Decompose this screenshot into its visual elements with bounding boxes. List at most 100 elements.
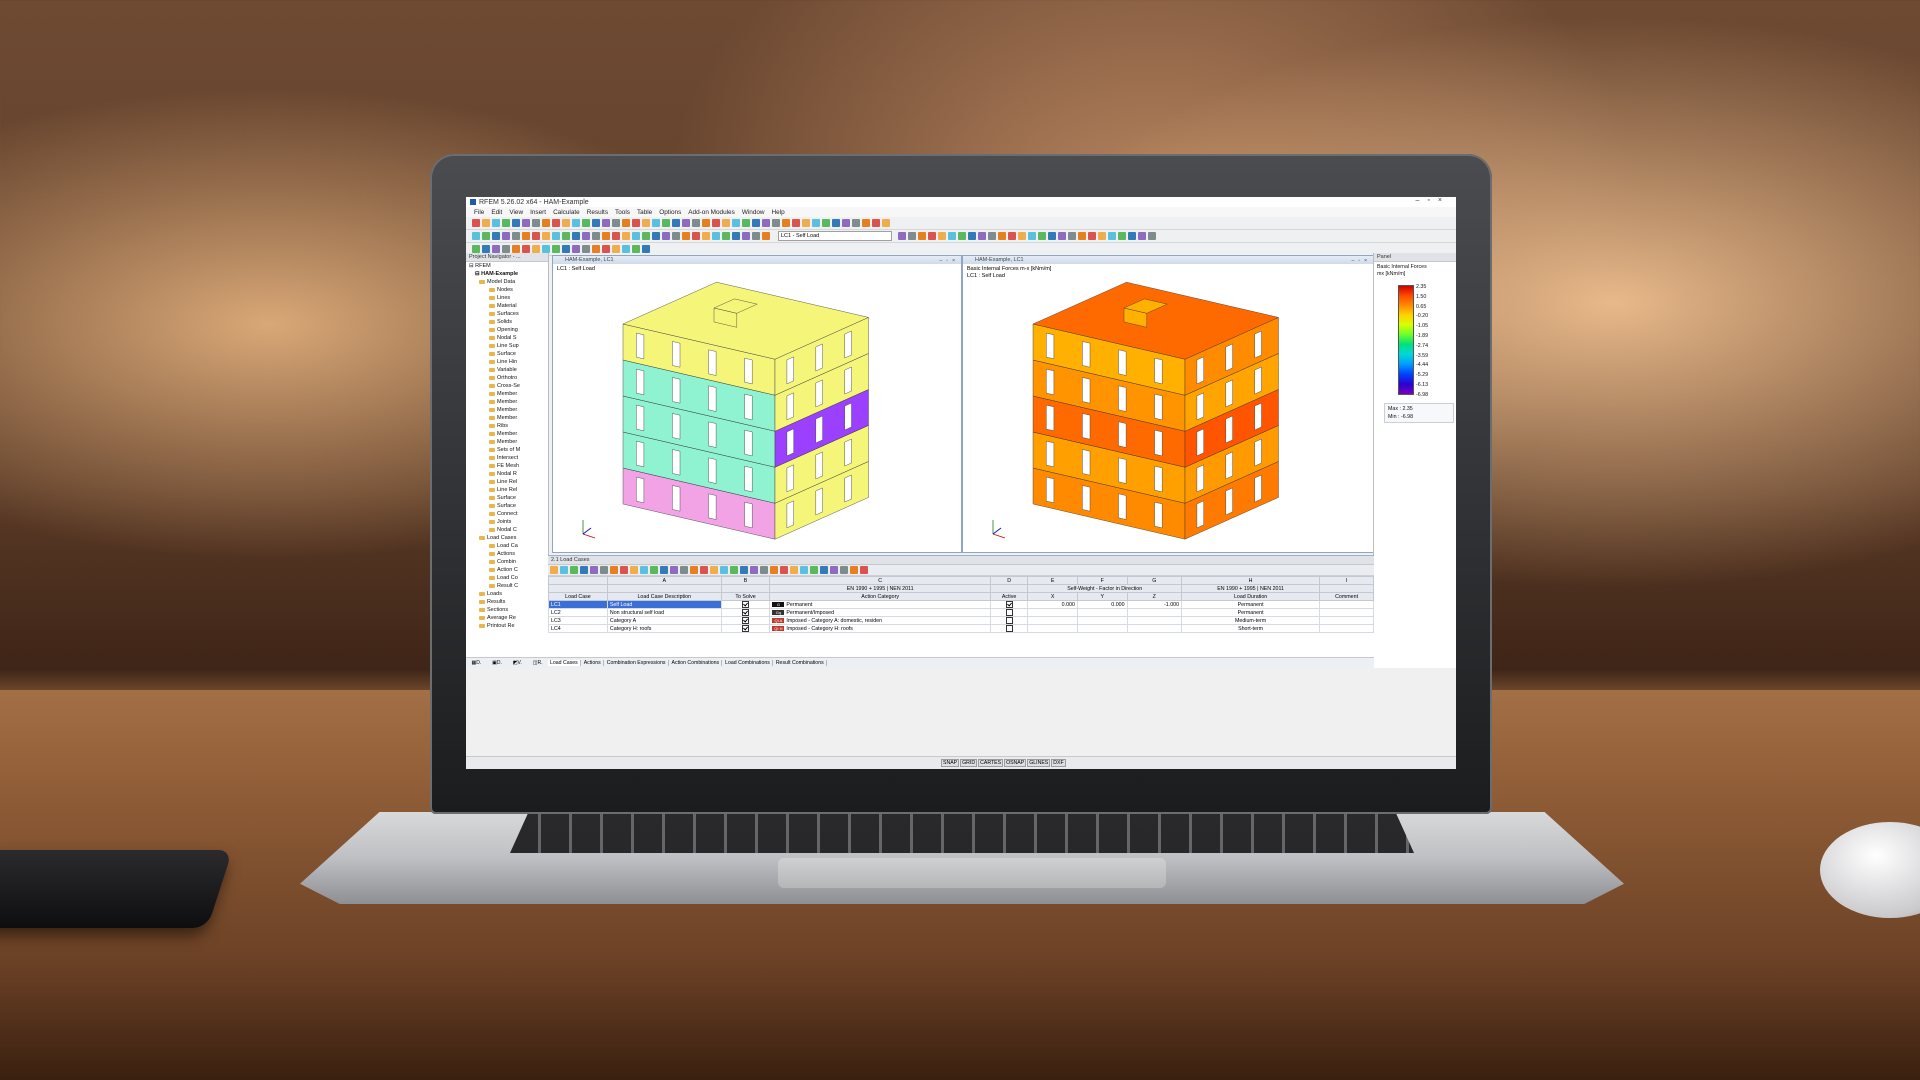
toolbar-icon[interactable] (988, 232, 996, 240)
toolbar-icon[interactable] (752, 219, 760, 227)
toolbar-icon[interactable] (948, 232, 956, 240)
toolbar-icon[interactable] (1078, 232, 1086, 240)
toolbar-icon[interactable] (692, 219, 700, 227)
data-tab-icon[interactable]: ▦D. (471, 660, 481, 666)
toolbar-icon[interactable] (562, 232, 570, 240)
toolbar-icon[interactable] (1108, 232, 1116, 240)
factor-z[interactable] (1126, 616, 1183, 625)
menu-options[interactable]: Options (659, 209, 681, 216)
toolbar-icon[interactable] (732, 219, 740, 227)
toolbar-icon[interactable] (968, 232, 976, 240)
tree-item[interactable]: Surface (469, 502, 548, 510)
toolbar-icon[interactable] (762, 219, 770, 227)
table-tab[interactable]: Action Combinations (670, 660, 723, 666)
toolbar-icon[interactable] (1028, 232, 1036, 240)
tree-item[interactable]: Sets of M (469, 446, 548, 454)
table-row[interactable]: LC4 Category H: roofs QI H Imposed - Catego… (548, 624, 1374, 633)
status-toggle[interactable]: GRID (960, 759, 978, 767)
toolbar-icon[interactable] (692, 232, 700, 240)
factor-z[interactable] (1126, 624, 1183, 633)
tree-item[interactable]: Cross-Se (469, 382, 548, 390)
comment-cell[interactable] (1319, 608, 1374, 617)
toolbar-icon[interactable] (650, 566, 658, 574)
tree-item[interactable]: Load Cases (469, 534, 548, 542)
display-tab-icon[interactable]: ▣D. (492, 660, 502, 666)
factor-x[interactable] (1027, 608, 1078, 617)
tree-item[interactable]: Surfaces (469, 310, 548, 318)
toolbar-icon[interactable] (522, 219, 530, 227)
toolbar-icon[interactable] (1088, 232, 1096, 240)
toolbar-icon[interactable] (652, 219, 660, 227)
results-tab-icon[interactable]: ◫R. (533, 660, 543, 666)
toolbar-icon[interactable] (582, 219, 590, 227)
toolbar-icon[interactable] (482, 219, 490, 227)
menu-table[interactable]: Table (637, 209, 652, 216)
tree-item[interactable]: Surface (469, 350, 548, 358)
load-duration[interactable]: Short-term (1181, 624, 1321, 633)
toolbar-icon[interactable] (602, 245, 610, 253)
toolbar-icon[interactable] (512, 245, 520, 253)
toolbar-icon[interactable] (662, 232, 670, 240)
tree-item[interactable]: Actions (469, 550, 548, 558)
toolbar-icon[interactable] (562, 245, 570, 253)
model-view-left[interactable]: HAM-Example, LC1 –▫× LC1 : Self Load (552, 255, 962, 553)
toolbar-icon[interactable] (492, 245, 500, 253)
menu-addon-modules[interactable]: Add-on Modules (688, 209, 735, 216)
menu-results[interactable]: Results (587, 209, 608, 216)
table-tab[interactable]: Load Cases (548, 660, 581, 666)
toolbar-icon[interactable] (532, 245, 540, 253)
menu-calculate[interactable]: Calculate (553, 209, 580, 216)
tree-item[interactable]: Material (469, 302, 548, 310)
toolbar-icon[interactable] (560, 566, 568, 574)
tree-item[interactable]: Nodes (469, 286, 548, 294)
toolbar-icon[interactable] (542, 219, 550, 227)
toolbar-icon[interactable] (690, 566, 698, 574)
toolbar-icon[interactable] (682, 219, 690, 227)
toolbar-icon[interactable] (582, 245, 590, 253)
tree-item[interactable]: Load Ca (469, 542, 548, 550)
action-category-cell[interactable]: G Permanent (769, 600, 991, 609)
toolbar-icon[interactable] (572, 245, 580, 253)
toolbar-icon[interactable] (552, 232, 560, 240)
toolbar-icon[interactable] (710, 566, 718, 574)
load-duration[interactable]: Permanent (1181, 600, 1321, 609)
toolbar-icon[interactable] (512, 219, 520, 227)
toolbar-icon[interactable] (722, 232, 730, 240)
toolbar-icon[interactable] (938, 232, 946, 240)
tree-item[interactable]: Lines (469, 294, 548, 302)
toolbar-icon[interactable] (652, 232, 660, 240)
toolbar-icon[interactable] (852, 219, 860, 227)
toolbar-icon[interactable] (928, 232, 936, 240)
tree-item[interactable]: Connect (469, 510, 548, 518)
tree-item[interactable]: Member (469, 414, 548, 422)
toolbar-icon[interactable] (730, 566, 738, 574)
toolbar-icon[interactable] (612, 219, 620, 227)
tree-item[interactable]: Surface (469, 494, 548, 502)
active-cell[interactable] (989, 600, 1029, 609)
toolbar-icon[interactable] (1138, 232, 1146, 240)
toolbar-icon[interactable] (642, 245, 650, 253)
toolbar-icon[interactable] (472, 245, 480, 253)
toolbar-icon[interactable] (482, 232, 490, 240)
tree-item[interactable]: Nodal C (469, 526, 548, 534)
toolbar-icon[interactable] (1118, 232, 1126, 240)
toolbar-icon[interactable] (492, 232, 500, 240)
toolbar-icon[interactable] (550, 566, 558, 574)
table-tab[interactable]: Combination Expressions (605, 660, 669, 666)
table-tab[interactable]: Result Combinations (774, 660, 827, 666)
toolbar-icon[interactable] (502, 219, 510, 227)
status-toggle[interactable]: SNAP (941, 759, 960, 767)
toolbar-icon[interactable] (750, 566, 758, 574)
toolbar-icon[interactable] (660, 566, 668, 574)
toolbar-icon[interactable] (572, 232, 580, 240)
tree-item[interactable]: Printout Re (469, 622, 548, 630)
tree-item[interactable]: Solids (469, 318, 548, 326)
toolbar-icon[interactable] (830, 566, 838, 574)
active-cell[interactable] (989, 608, 1029, 617)
toolbar-icon[interactable] (592, 245, 600, 253)
toolbar-icon[interactable] (532, 232, 540, 240)
factor-y[interactable] (1076, 624, 1128, 633)
tree-item[interactable]: Ribs (469, 422, 548, 430)
menu-file[interactable]: File (474, 209, 484, 216)
toolbar-icon[interactable] (760, 566, 768, 574)
